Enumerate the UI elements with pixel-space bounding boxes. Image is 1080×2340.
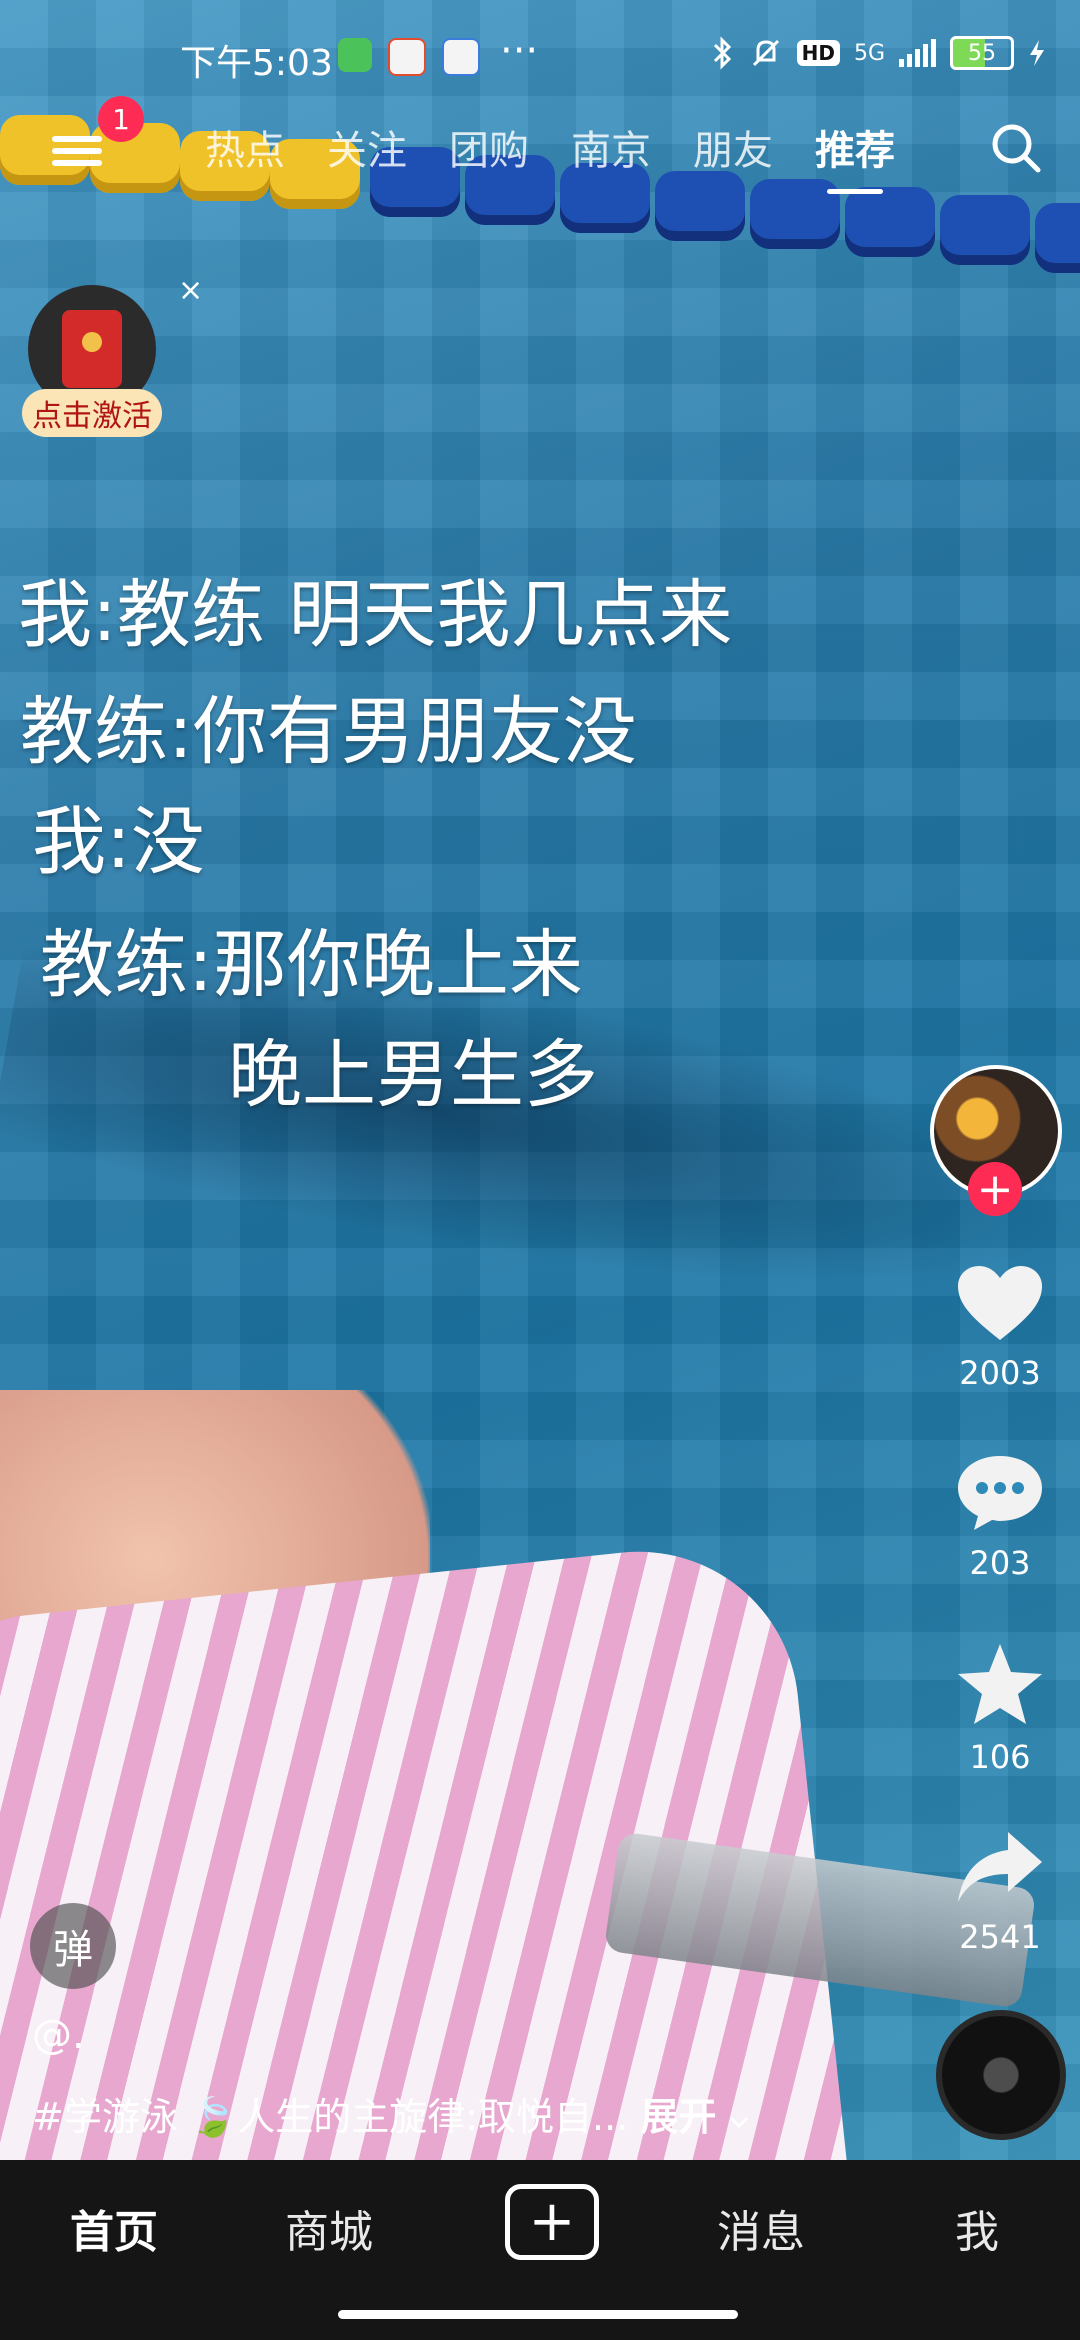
signal-icon [899,39,936,67]
author-username[interactable]: @. [32,2012,85,2058]
app-icon-green [338,38,372,72]
share-count: 2541 [959,1918,1041,1956]
caption-line-1: 我:教练 明天我几点来 [18,572,733,658]
close-icon[interactable]: × [178,273,203,308]
create-button[interactable]: + [505,2184,599,2260]
comment-count: 203 [969,1544,1031,1582]
search-icon[interactable] [988,120,1044,176]
status-app-icons [338,38,480,76]
bottom-nav: 首页 商城 + 消息 我 [0,2160,1080,2340]
favorite-count: 106 [969,1738,1031,1776]
nav-mall[interactable]: 商城 [285,2196,373,2260]
expand-link[interactable]: 展开 [640,2095,716,2139]
status-right-group: HD 5G 55 [711,36,1046,70]
app-icon-baidu [442,38,480,76]
tab-group-buy[interactable]: 团购 [449,118,529,176]
nav-messages[interactable]: 消息 [717,2196,805,2260]
app-icon-58 [388,38,426,76]
nav-me[interactable]: 我 [955,2196,999,2260]
video-description[interactable]: #学游泳 🍃人生的主旋律:取悦自... 展开 [32,2086,750,2141]
danmaku-toggle-button[interactable]: 弹 [30,1903,116,1989]
favorite-button[interactable]: 106 [945,1640,1055,1776]
caption-line-2: 教练:你有男朋友没 [20,689,637,775]
caption-line-4: 教练:那你晚上来 [40,922,583,1008]
home-indicator [338,2310,738,2319]
red-packet-widget[interactable]: 点击激活 × [22,273,203,445]
status-more-dots: ··· [500,28,539,74]
hd-indicator: HD [796,40,840,66]
menu-icon[interactable] [52,130,102,174]
like-count: 2003 [959,1354,1041,1392]
music-disc[interactable] [936,2010,1066,2140]
tab-recommended[interactable]: 推荐 [815,118,895,194]
tab-nanjing[interactable]: 南京 [571,118,651,176]
share-icon [958,1832,1042,1902]
top-nav: 1 热点 关注 团购 南京 朋友 推荐 [0,96,1080,198]
notification-badge: 1 [98,96,144,142]
chevron-down-icon[interactable] [728,2114,750,2130]
status-bar: 下午5:03 ··· HD 5G 55 [0,0,1080,120]
tab-following[interactable]: 关注 [327,118,407,176]
battery-icon: 55 [950,36,1014,70]
comment-icon [958,1456,1042,1530]
battery-level: 55 [968,40,996,66]
follow-button[interactable]: + [968,1162,1022,1216]
caption-line-3: 我:没 [32,799,205,885]
feed-tabs: 热点 关注 团购 南京 朋友 推荐 [205,118,895,194]
comment-button[interactable]: 203 [945,1450,1055,1582]
tab-friends[interactable]: 朋友 [693,118,773,176]
network-type: 5G [853,40,885,66]
description-text: #学游泳 🍃人生的主旋律:取悦自... [32,2095,629,2139]
caption-line-5: 晚上男生多 [228,1032,598,1118]
star-icon [958,1644,1042,1724]
charging-icon [1030,40,1044,66]
share-button[interactable]: 2541 [945,1828,1055,1956]
nav-home[interactable]: 首页 [70,2196,158,2260]
tab-hot[interactable]: 热点 [205,118,285,176]
heart-icon [958,1266,1042,1340]
red-packet-label[interactable]: 点击激活 [22,389,162,437]
status-time: 下午5:03 [180,43,333,84]
bluetooth-icon [713,36,731,70]
like-button[interactable]: 2003 [945,1262,1055,1392]
mute-icon [752,39,779,67]
